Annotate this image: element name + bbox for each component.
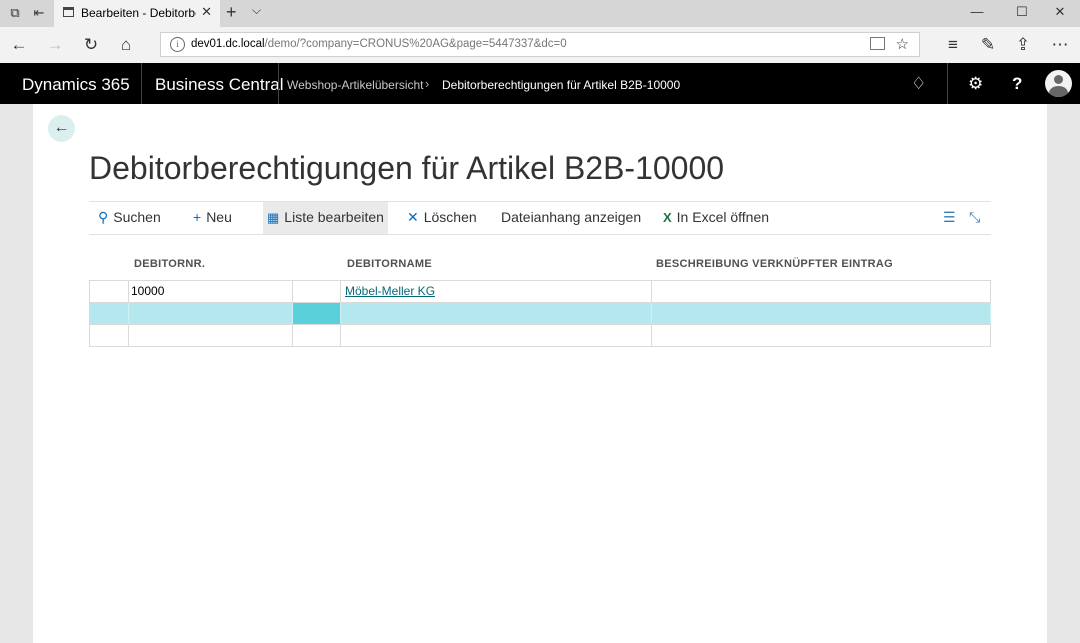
page-card: ← Debitorberechtigungen für Artikel B2B-… [33,104,1047,643]
lightbulb-icon[interactable]: ♢ [911,74,926,94]
page-title: Debitorberechtigungen für Artikel B2B-10… [89,150,725,186]
address-url[interactable]: dev01.dc.local/demo/?company=CRONUS%20AG… [191,38,567,50]
favorites-list-icon[interactable]: ≡ [941,33,965,57]
row-indicator-cell[interactable] [89,281,129,302]
customer-name-cell[interactable] [341,325,652,346]
tab-preview-icon[interactable]: ⧉ [6,4,24,22]
show-attachment-button[interactable]: Dateianhang anzeigen [501,202,641,234]
search-icon: ⚲ [98,209,109,225]
delete-x-icon: ✕ [407,209,419,225]
header-divider [278,63,279,104]
breadcrumb-current: Debitorberechtigungen für Artikel B2B-10… [442,78,681,92]
table-row[interactable]: 10000 Möbel-Meller KG [89,280,991,303]
excel-icon: X [663,210,672,225]
header-divider [141,63,142,104]
table-row[interactable] [89,325,991,347]
customer-permissions-grid: 10000 Möbel-Meller KG [89,280,991,347]
action-bar: ⚲ Suchen + Neu ▦ Liste bearbeiten ✕ Löschen … [89,201,991,235]
open-excel-label: In Excel öffnen [676,209,770,225]
open-in-excel-button[interactable]: X In Excel öffnen [663,202,769,234]
home-icon[interactable]: ⌂ [114,33,138,57]
column-header-linked-entry-description[interactable]: BESCHREIBUNG VERKNÜPFTER EINTRAG [656,258,893,270]
site-info-icon[interactable]: i [170,37,185,52]
browser-navigation-bar: ← → ↻ ⌂ i dev01.dc.local/demo/?company=C… [0,27,1080,64]
minimize-icon[interactable]: — [962,4,992,19]
breadcrumb-parent[interactable]: Webshop-Artikelübersicht [287,78,424,92]
lookup-cell-active[interactable] [293,303,341,324]
forward-arrow-icon[interactable]: → [43,33,67,57]
customer-no-cell[interactable] [129,325,293,346]
back-arrow-icon[interactable]: ← [7,33,31,57]
search-label: Suchen [113,209,161,225]
edit-list-icon: ▦ [267,210,280,225]
customer-name-cell[interactable]: Möbel-Meller KG [341,281,652,302]
delete-label: Löschen [423,209,477,225]
tab-list-chevron-icon[interactable]: ⌵ [252,3,261,18]
edit-list-button[interactable]: ▦ Liste bearbeiten [263,202,388,234]
page-favicon-icon [63,7,74,17]
url-path: /demo/?company=CRONUS%20AG&page=5447337&… [264,38,567,50]
favorite-star-icon[interactable]: ☆ [896,35,909,53]
row-indicator-cell[interactable] [89,303,129,324]
set-tabs-aside-icon[interactable]: ⇤ [30,4,48,22]
new-label: Neu [206,209,232,225]
user-avatar[interactable] [1045,70,1072,97]
show-attachment-label: Dateianhang anzeigen [501,209,642,225]
product-brand[interactable]: Dynamics 365 [22,75,130,95]
share-icon[interactable]: ⇪ [1011,33,1035,57]
address-bar[interactable]: i dev01.dc.local/demo/?company=CRONUS%20… [160,32,920,57]
linked-entry-description-cell[interactable] [652,303,991,324]
help-icon[interactable]: ? [1012,74,1022,94]
column-header-customer-no[interactable]: DEBITORNR. [134,258,205,270]
tab-close-icon[interactable]: ✕ [201,4,212,20]
table-row-selected[interactable] [89,303,991,325]
browser-tab-bar: ⧉ ⇤ Bearbeiten - Debitorberechtigungen f… [0,0,1080,27]
app-name[interactable]: Business Central [155,75,284,95]
row-indicator-cell[interactable] [89,325,129,346]
more-options-icon[interactable]: ⋯ [1048,33,1072,57]
new-button[interactable]: + Neu [193,202,232,234]
linked-entry-description-cell[interactable] [652,281,991,302]
window-close-icon[interactable]: ✕ [1045,4,1075,20]
back-button-icon[interactable]: ← [48,115,75,142]
url-host: dev01.dc.local [191,38,265,50]
lookup-cell[interactable] [293,281,341,302]
settings-gear-icon[interactable]: ⚙ [968,74,983,94]
new-tab-icon[interactable]: + [226,2,237,23]
web-note-pen-icon[interactable]: ✎ [976,33,1000,57]
breadcrumb-chevron-icon: › [425,76,430,91]
linked-entry-description-cell[interactable] [652,325,991,346]
browser-tab-active[interactable]: Bearbeiten - Debitorberechtigungen für A… [54,0,220,27]
search-button[interactable]: ⚲ Suchen [98,202,161,234]
collapse-arrows-icon[interactable]: ⤡ [969,209,980,226]
page-background-right [1047,104,1080,643]
customer-no-cell[interactable]: 10000 [129,281,293,302]
delete-button[interactable]: ✕ Löschen [407,202,477,234]
app-header: Dynamics 365 Business Central Webshop-Ar… [0,63,1080,104]
list-view-icon[interactable]: ☰ [943,209,956,226]
lookup-cell[interactable] [293,325,341,346]
customer-no-cell[interactable] [129,303,293,324]
maximize-icon[interactable]: ☐ [1007,4,1037,20]
refresh-icon[interactable]: ↻ [79,33,103,57]
edit-list-label: Liste bearbeiten [284,209,384,225]
column-header-customer-name[interactable]: DEBITORNAME [347,258,432,270]
header-divider [947,63,948,104]
reading-view-icon[interactable] [870,37,885,50]
tab-title: Bearbeiten - Debitorberechtigungen für A… [81,6,196,20]
customer-name-link[interactable]: Möbel-Meller KG [345,284,435,298]
customer-name-cell[interactable] [341,303,652,324]
plus-icon: + [193,209,202,225]
